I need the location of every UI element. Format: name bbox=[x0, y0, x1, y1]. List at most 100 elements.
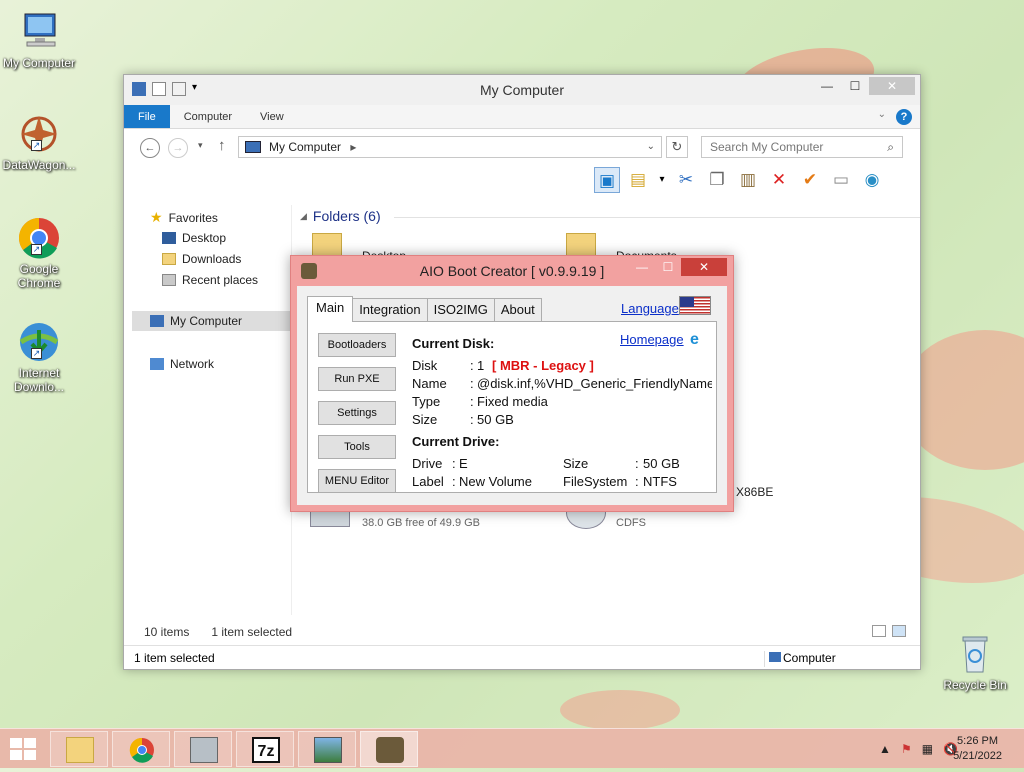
folders-group-header[interactable]: ◢ Folders (6) bbox=[300, 208, 381, 224]
globe-icon[interactable]: ◉ bbox=[859, 167, 885, 193]
address-text: My Computer bbox=[269, 140, 342, 154]
delete-icon[interactable]: ✕ bbox=[766, 167, 792, 193]
desktop-icon-internet-download-manager[interactable]: ↗ Internet Downlo... bbox=[1, 320, 77, 394]
taskbar-drive-tool[interactable] bbox=[174, 731, 232, 767]
recent-places-icon bbox=[162, 274, 176, 286]
action-center-flag-icon[interactable]: ⚑ bbox=[901, 742, 912, 756]
details-view-icon[interactable] bbox=[872, 625, 886, 637]
run-pxe-button[interactable]: Run PXE bbox=[318, 367, 396, 391]
nav-downloads[interactable]: Downloads bbox=[162, 252, 241, 266]
desktop-icon-datawagon[interactable]: ↗ DataWagon... bbox=[1, 112, 77, 172]
taskbar-file-explorer[interactable] bbox=[50, 731, 108, 767]
settings-button[interactable]: Settings bbox=[318, 401, 396, 425]
breadcrumb-chevron-icon[interactable]: ▸ bbox=[350, 140, 356, 154]
bootloaders-button[interactable]: Bootloaders bbox=[318, 333, 396, 357]
computer-icon bbox=[245, 141, 261, 153]
help-icon[interactable]: ? bbox=[896, 109, 912, 125]
drive-tool-icon bbox=[190, 737, 218, 763]
us-flag-icon[interactable] bbox=[679, 296, 711, 315]
dropdown-icon[interactable]: ▾ bbox=[656, 167, 668, 193]
tab-iso2img[interactable]: ISO2IMG bbox=[426, 298, 495, 321]
custom-toolbar: ▣ ▤ ▾ ✂ ❐ ▥ ✕ ✔ ▭ ◉ bbox=[594, 167, 885, 193]
type-colon: : bbox=[470, 394, 474, 409]
network-icon bbox=[150, 358, 164, 370]
rename-icon[interactable]: ▭ bbox=[828, 167, 854, 193]
tab-computer[interactable]: Computer bbox=[170, 105, 246, 128]
chrome-icon: ↗ bbox=[17, 216, 61, 260]
tools-button[interactable]: Tools bbox=[318, 435, 396, 459]
tab-about[interactable]: About bbox=[493, 298, 542, 321]
back-button[interactable]: ← bbox=[140, 138, 160, 158]
nav-network[interactable]: Network bbox=[150, 357, 214, 371]
nav-desktop[interactable]: Desktop bbox=[162, 231, 226, 245]
desktop-icon-recycle-bin[interactable]: Recycle Bin bbox=[937, 632, 1013, 692]
folder-options-icon[interactable]: ▤ bbox=[625, 167, 651, 193]
desktop-icon-my-computer[interactable]: My Computer bbox=[1, 10, 77, 70]
drive-x86be-label[interactable]: X86BE bbox=[736, 485, 773, 499]
language-link[interactable]: Language bbox=[621, 301, 679, 316]
cut-icon[interactable]: ✂ bbox=[673, 167, 699, 193]
taskbar-image-viewer[interactable] bbox=[298, 731, 356, 767]
dialog-title-bar[interactable]: AIO Boot Creator [ v0.9.9.19 ] — ☐ ✕ bbox=[291, 256, 733, 286]
nav-recent-places[interactable]: Recent places bbox=[162, 273, 258, 287]
search-input[interactable]: Search My Computer ⌕ bbox=[701, 136, 903, 158]
forward-button[interactable]: → bbox=[168, 138, 188, 158]
nav-my-computer[interactable]: My Computer bbox=[132, 311, 290, 331]
maximize-button[interactable]: ☐ bbox=[841, 77, 869, 95]
collapse-arrow-icon: ◢ bbox=[300, 210, 307, 221]
current-drive-heading: Current Drive: bbox=[412, 434, 500, 449]
address-field[interactable]: My Computer ▸ ⌄ bbox=[238, 136, 662, 158]
nav-favorites[interactable]: ★ Favorites bbox=[150, 209, 218, 226]
tab-file[interactable]: File bbox=[124, 105, 170, 128]
star-icon: ★ bbox=[150, 209, 163, 225]
start-button[interactable] bbox=[10, 738, 38, 762]
recent-locations-icon[interactable]: ▾ bbox=[198, 140, 203, 151]
status-bar: 1 item selected Computer bbox=[124, 645, 920, 669]
group-divider bbox=[394, 217, 920, 218]
file-explorer-icon bbox=[66, 737, 94, 763]
image-viewer-icon bbox=[314, 737, 342, 763]
copy-icon[interactable]: ❐ bbox=[704, 167, 730, 193]
clock[interactable]: 5:26 PM 5/21/2022 bbox=[953, 734, 1002, 764]
aio-boot-icon bbox=[376, 737, 404, 763]
minimize-button[interactable]: — bbox=[813, 77, 841, 95]
shortcut-arrow-icon: ↗ bbox=[31, 348, 42, 359]
desktop-icon-google-chrome[interactable]: ↗ Google Chrome bbox=[1, 216, 77, 290]
tab-view[interactable]: View bbox=[246, 105, 298, 128]
address-dropdown-icon[interactable]: ⌄ bbox=[647, 137, 655, 157]
refresh-button[interactable]: ↻ bbox=[666, 136, 688, 158]
show-hidden-icons-icon[interactable]: ▲ bbox=[879, 742, 891, 756]
tab-integration[interactable]: Integration bbox=[352, 298, 428, 321]
status-left-text: 1 item selected bbox=[134, 651, 215, 665]
dialog-maximize-button[interactable]: ☐ bbox=[655, 258, 681, 276]
network-status-icon[interactable]: ▦ bbox=[922, 742, 933, 756]
desktop-icon-label: Recycle Bin bbox=[943, 678, 1007, 692]
large-icons-view-icon[interactable] bbox=[892, 625, 906, 637]
explorer-title-bar[interactable]: ▾ My Computer — ☐ ✕ bbox=[124, 75, 920, 105]
up-button[interactable]: ↑ bbox=[218, 137, 226, 154]
menu-editor-button[interactable]: MENU Editor bbox=[318, 469, 396, 493]
filesystem-value: NTFS bbox=[643, 474, 677, 489]
dialog-close-button[interactable]: ✕ bbox=[681, 258, 727, 276]
preview-pane-icon[interactable]: ▣ bbox=[594, 167, 620, 193]
homepage-link[interactable]: Homepage bbox=[620, 332, 684, 347]
group-title: Folders (6) bbox=[312, 208, 381, 224]
paste-icon[interactable]: ▥ bbox=[735, 167, 761, 193]
name-colon: : bbox=[470, 376, 474, 391]
status-summary: 10 items 1 item selected bbox=[144, 625, 292, 639]
taskbar-7zip[interactable]: 7z bbox=[236, 731, 294, 767]
disk-colon: : bbox=[470, 358, 474, 373]
taskbar-aio-boot[interactable] bbox=[360, 731, 418, 767]
nav-label: Recent places bbox=[182, 273, 259, 287]
tab-main[interactable]: Main bbox=[307, 296, 354, 322]
shortcut-arrow-icon: ↗ bbox=[31, 140, 42, 151]
internet-explorer-icon[interactable]: e bbox=[690, 331, 710, 348]
close-button[interactable]: ✕ bbox=[869, 77, 915, 95]
taskbar-chrome[interactable] bbox=[112, 731, 170, 767]
recycle-bin-icon bbox=[953, 632, 997, 676]
dialog-minimize-button[interactable]: — bbox=[629, 258, 655, 276]
checkmark-icon[interactable]: ✔ bbox=[797, 167, 823, 193]
7zip-icon: 7z bbox=[252, 737, 280, 763]
expand-ribbon-icon[interactable]: ⌄ bbox=[878, 109, 886, 120]
desktop-icon-label: DataWagon... bbox=[2, 158, 76, 172]
